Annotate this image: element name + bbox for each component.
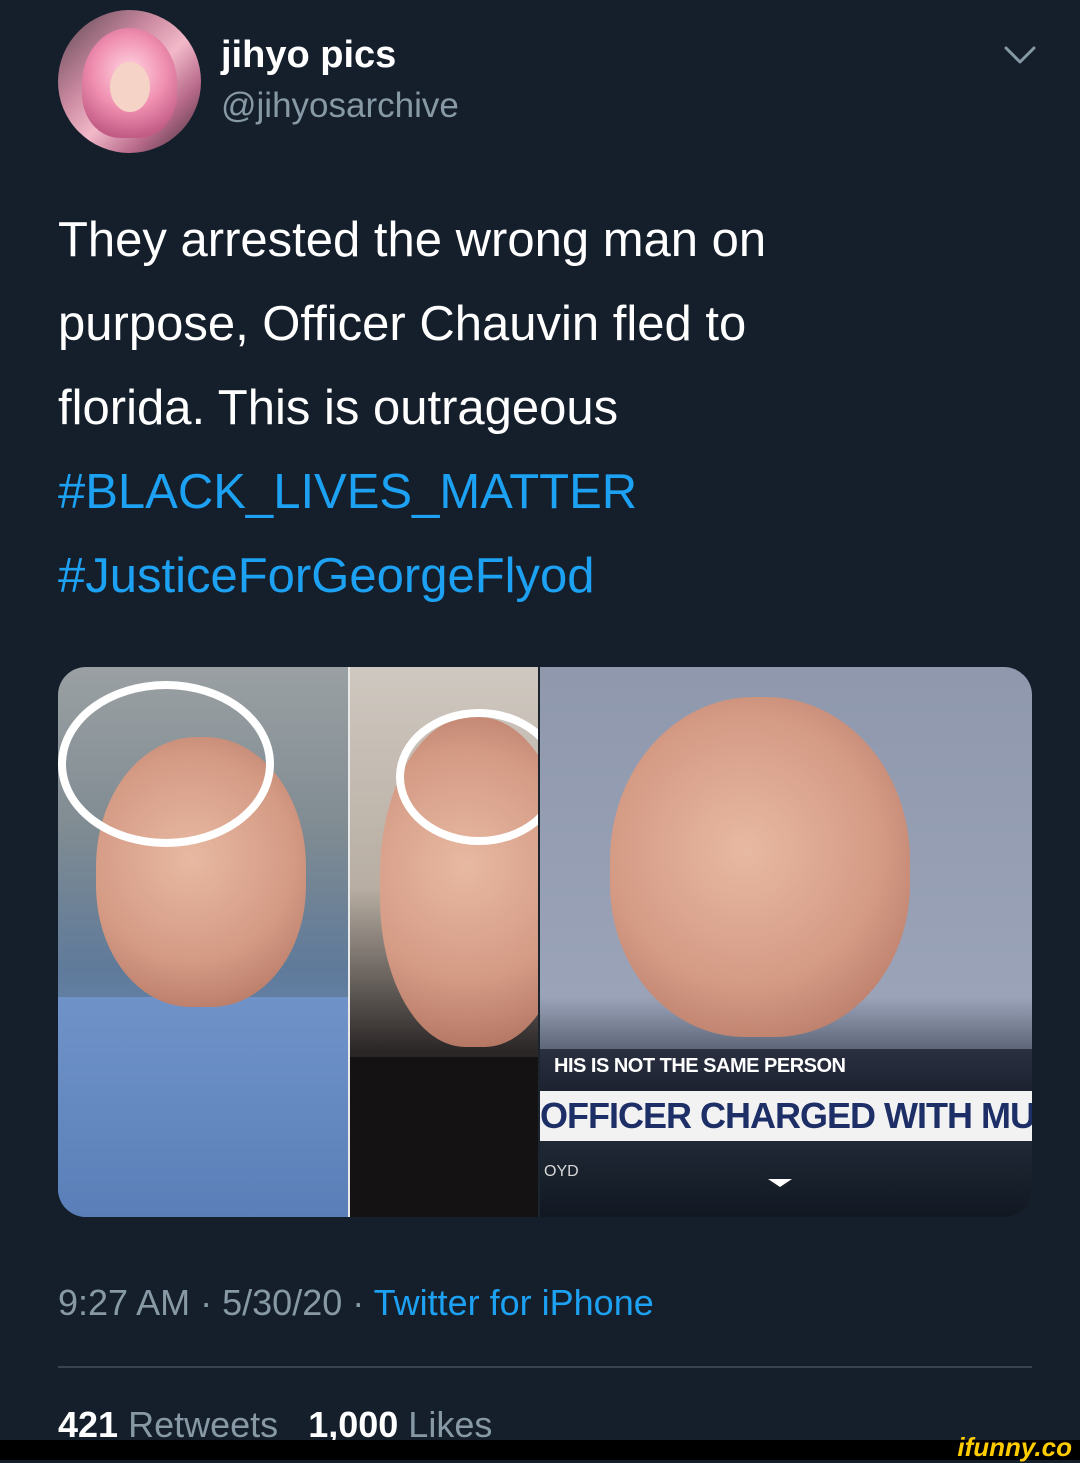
face-graphic	[610, 697, 910, 1037]
hairline-circle	[58, 681, 274, 847]
chevron-down-icon[interactable]	[1000, 40, 1040, 70]
likes-stat[interactable]: 1,000 Likes	[308, 1404, 492, 1445]
user-handle[interactable]: @jihyosarchive	[221, 86, 459, 126]
avatar-face	[110, 62, 150, 112]
news-caption-small: OYD	[544, 1163, 579, 1180]
photo-panel-mugshot	[350, 667, 538, 1217]
tweet-text: They arrested the wrong man on purpose, …	[58, 198, 1018, 618]
tweet-metadata: 9:27 AM · 5/30/20 · Twitter for iPhone	[58, 1282, 654, 1324]
meta-separator: ·	[200, 1282, 213, 1323]
likes-count: 1,000	[308, 1404, 399, 1445]
hashtag-link[interactable]: #BLACK_LIVES_MATTER	[58, 450, 1018, 534]
display-name[interactable]: jihyo pics	[221, 34, 396, 77]
retweets-stat[interactable]: 421 Retweets	[58, 1404, 278, 1445]
news-caption-top: HIS IS NOT THE SAME PERSON	[554, 1055, 846, 1077]
tweet-card: jihyo pics @jihyosarchive They arrested …	[0, 0, 1080, 1462]
tweet-text-line: They arrested the wrong man on	[58, 213, 767, 267]
profile-avatar[interactable]	[58, 10, 201, 153]
tweet-media-image[interactable]: HIS IS NOT THE SAME PERSON OFFICER CHARG…	[58, 667, 1032, 1217]
triangle-down-icon	[768, 1179, 792, 1187]
tweet-text-line: florida. This is outrageous	[58, 381, 619, 435]
likes-label: Likes	[408, 1404, 493, 1445]
police-uniform	[58, 997, 348, 1217]
meta-separator: ·	[352, 1282, 365, 1323]
ifunny-watermark: ifunny.co	[957, 1432, 1072, 1462]
hashtag-link[interactable]: #JusticeForGeorgeFlyod	[58, 534, 1018, 618]
black-shirt	[350, 1057, 538, 1217]
retweets-label: Retweets	[128, 1404, 279, 1445]
tweet-time: 9:27 AM	[58, 1282, 191, 1323]
tweet-date[interactable]: 5/30/20	[222, 1282, 342, 1323]
photo-panel-news: HIS IS NOT THE SAME PERSON OFFICER CHARG…	[540, 667, 1032, 1217]
tweet-text-line: purpose, Officer Chauvin fled to	[58, 297, 747, 351]
divider	[58, 1366, 1032, 1368]
tweet-source-link[interactable]: Twitter for iPhone	[374, 1282, 654, 1323]
retweets-count: 421	[58, 1404, 119, 1445]
watermark-bar	[0, 1440, 1080, 1460]
news-headline: OFFICER CHARGED WITH MU	[540, 1095, 1032, 1136]
photo-panel-uniform	[58, 667, 348, 1217]
